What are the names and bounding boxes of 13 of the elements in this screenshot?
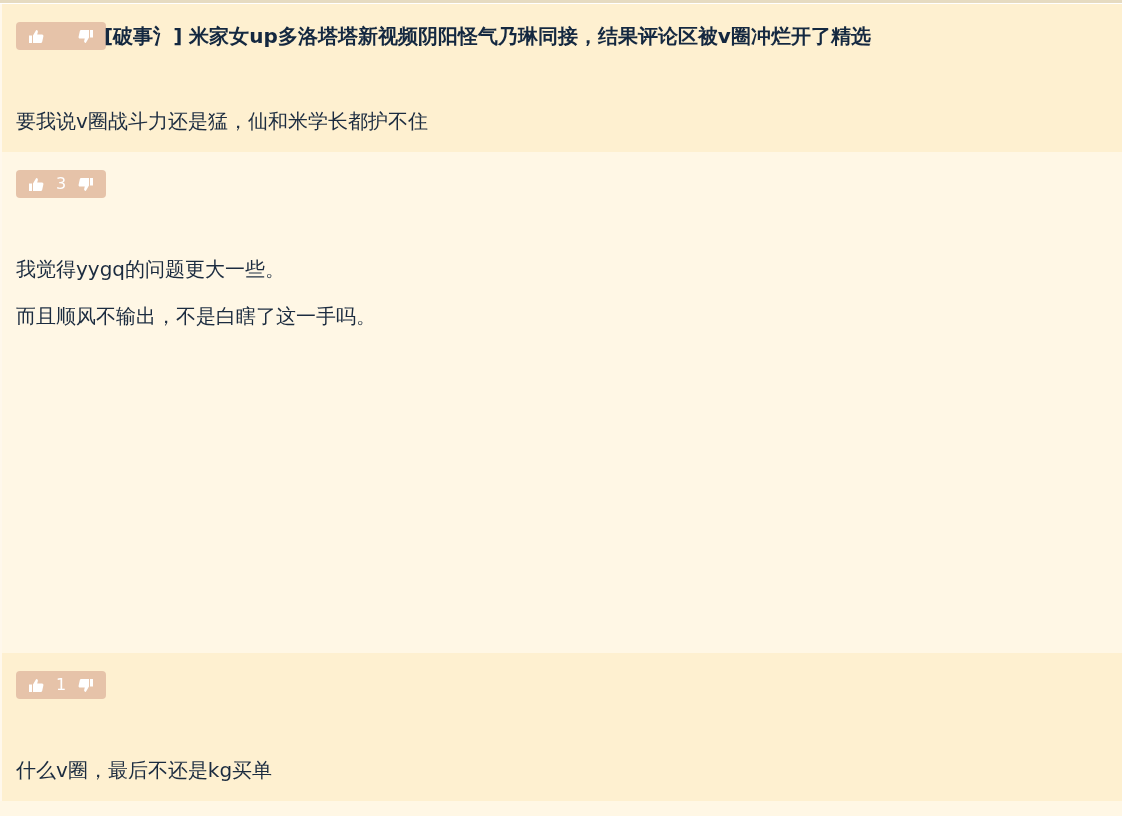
post-text: 什么v圈，最后不还是kg买单 bbox=[16, 757, 274, 784]
post-text: 我觉得yygq的问题更大一些。 bbox=[16, 256, 287, 283]
post-text: 而且顺风不输出，不是白瞎了这一手吗。 bbox=[16, 303, 377, 330]
thumbs-up-icon[interactable] bbox=[28, 176, 44, 192]
vote-count: 1 bbox=[55, 674, 67, 696]
thumbs-up-icon[interactable] bbox=[28, 28, 44, 44]
post-text: 要我说v圈战斗力还是猛，仙和米学长都护不住 bbox=[16, 108, 429, 135]
thumbs-up-icon[interactable] bbox=[28, 677, 44, 693]
thumbs-down-icon[interactable] bbox=[78, 28, 94, 44]
post-title: [破事氵] 米家女up多洛塔塔新视频阴阳怪气乃琳同接，结果评论区被v圈冲烂开了精选 bbox=[104, 23, 871, 50]
thumbs-down-icon[interactable] bbox=[78, 176, 94, 192]
vote-count: 3 bbox=[55, 173, 67, 195]
thumbs-down-icon[interactable] bbox=[78, 677, 94, 693]
